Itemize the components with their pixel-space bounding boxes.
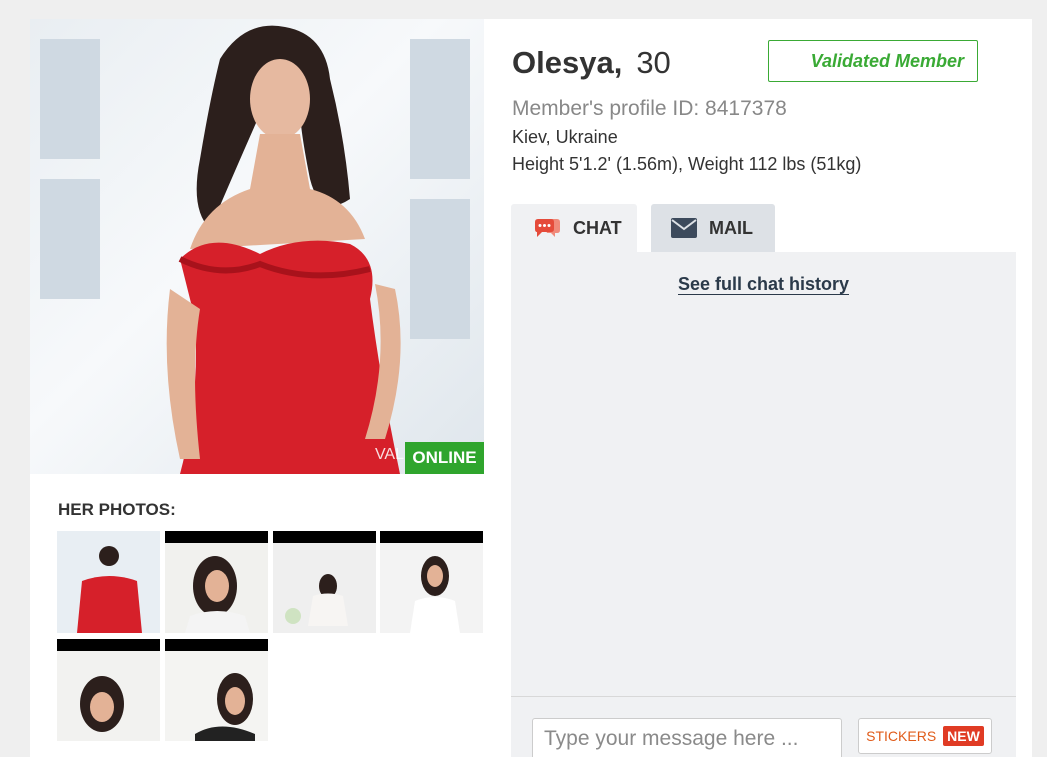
new-badge: NEW (943, 726, 984, 746)
member-age: 30 (636, 45, 671, 80)
member-location: Kiev, Ukraine (512, 127, 618, 147)
tab-chat-label: CHAT (573, 217, 622, 238)
chat-panel: See full chat history STICKERS NEW (511, 252, 1016, 757)
photo-thumbnail[interactable] (165, 531, 268, 633)
photo-thumbnail[interactable] (273, 531, 376, 633)
profile-card: VAL ONLINE HER PHOTOS: Olesya, 30 Valida… (30, 19, 1032, 757)
main-profile-photo[interactable]: VAL ONLINE (30, 19, 484, 474)
validated-member-badge[interactable]: Validated Member (768, 40, 978, 82)
name-row: Olesya, 30 (512, 45, 671, 81)
member-name: Olesya, (512, 45, 623, 80)
see-chat-history-link[interactable]: See full chat history (677, 274, 850, 295)
photo-thumbnail[interactable] (380, 531, 483, 633)
stickers-label: STICKERS (866, 728, 937, 744)
chat-bubbles-icon (533, 216, 561, 240)
message-input[interactable] (532, 718, 842, 757)
envelope-icon (671, 218, 697, 238)
tab-mail[interactable]: MAIL (651, 204, 775, 252)
tab-chat[interactable]: CHAT (511, 204, 637, 252)
photos-heading: HER PHOTOS: (58, 500, 176, 519)
chat-divider (511, 696, 1016, 697)
stickers-button[interactable]: STICKERS NEW (858, 718, 992, 754)
photo-thumbnail[interactable] (165, 639, 268, 741)
watermark-text: VAL (374, 446, 404, 463)
tab-mail-label: MAIL (709, 217, 753, 238)
woman-photo-illustration (166, 25, 401, 474)
photo-thumbnail[interactable] (57, 531, 160, 633)
online-badge: ONLINE (405, 442, 484, 474)
photo-thumbnail[interactable] (57, 639, 160, 741)
profile-id: Member's profile ID: 8417378 (512, 97, 787, 120)
member-stats: Height 5'1.2' (1.56m), Weight 112 lbs (5… (512, 154, 862, 174)
